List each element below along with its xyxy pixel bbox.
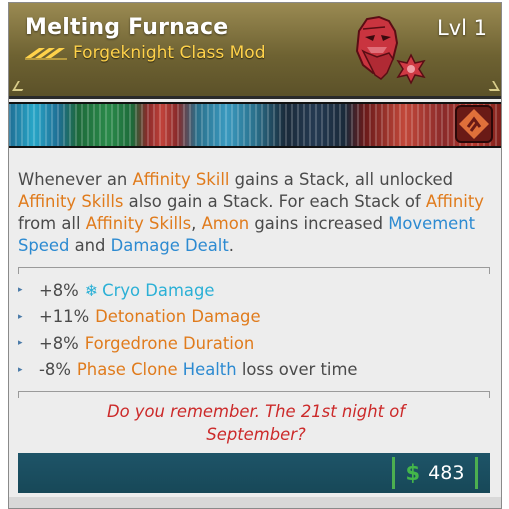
manufacturer-stripe-band: [9, 102, 501, 148]
price-amount: 483: [428, 462, 465, 484]
health-keyword: Health: [182, 360, 237, 380]
desc-text: gains a Stack, all unlocked: [229, 170, 453, 189]
bullet-icon: ▸: [18, 364, 23, 375]
stat-value: -8%: [39, 360, 71, 380]
stat-row-phase-clone: ▸ -8% Phase Clone Health loss over time: [18, 357, 488, 384]
flavor-line: Do you remember. The 21st night of: [106, 402, 406, 421]
price-footer: $ 483: [18, 453, 490, 493]
stat-value: +11%: [39, 307, 90, 327]
stat-row-forgedrone: ▸ +8% Forgedrone Duration: [18, 330, 488, 357]
affinity-keyword: Affinity: [425, 192, 484, 211]
stat-label: Cryo Damage: [102, 280, 215, 300]
item-level: Lvl 1: [437, 16, 487, 40]
stat-label: Phase Clone: [76, 360, 178, 380]
divider-bottom: [18, 391, 490, 398]
header-corner-right: [484, 81, 500, 91]
stat-label: Detonation Damage: [95, 307, 261, 327]
header-corner-left: [12, 81, 28, 91]
price-box: $ 483: [392, 457, 478, 489]
forgeknight-portrait-icon: [355, 15, 426, 85]
desc-text: .: [228, 236, 234, 255]
item-card: Melting Furnace Lvl 1 Forgeknight Class …: [8, 2, 502, 509]
item-type-row: Forgeknight Class Mod: [25, 43, 265, 63]
bullet-icon: ▸: [18, 285, 23, 296]
stat-row-cryo: ▸ +8% ❄ Cryo Damage: [18, 277, 488, 304]
card-bottom-edge: [9, 497, 501, 508]
desc-text: ,: [191, 214, 202, 233]
flavor-text: Do you remember. The 21st night of Septe…: [9, 400, 501, 446]
desc-text: also gain a Stack. For each Stack of: [123, 192, 426, 211]
bullet-icon: ▸: [18, 311, 23, 322]
snowflake-icon: ❄: [84, 280, 99, 300]
item-name: Melting Furnace: [25, 15, 229, 40]
item-type: Forgeknight Class Mod: [73, 43, 266, 63]
class-mod-badge-icon: [455, 105, 493, 143]
divider-top: [18, 267, 490, 274]
item-header: Melting Furnace Lvl 1 Forgeknight Class …: [9, 3, 501, 99]
item-description: Whenever an Affinity Skill gains a Stack…: [18, 169, 488, 257]
desc-text: and: [69, 236, 111, 255]
desc-text: gains increased: [249, 214, 389, 233]
affinity-skill-keyword: Affinity Skill: [132, 170, 230, 189]
affinity-skills-keyword: Affinity Skills: [18, 192, 124, 211]
flavor-line: September?: [206, 425, 306, 444]
stat-row-detonation: ▸ +11% Detonation Damage: [18, 304, 488, 331]
rarity-chevrons-icon: [25, 48, 67, 60]
stat-list: ▸ +8% ❄ Cryo Damage ▸ +11% Detonation Da…: [18, 277, 488, 383]
amon-keyword: Amon: [201, 214, 250, 233]
bullet-icon: ▸: [18, 338, 23, 349]
desc-text: Whenever an: [18, 170, 133, 189]
stat-label: Forgedrone Duration: [84, 333, 255, 353]
stat-value: +8%: [39, 280, 79, 300]
stat-value: +8%: [39, 333, 79, 353]
desc-text: from all: [18, 214, 86, 233]
affinity-skills-keyword: Affinity Skills: [85, 214, 192, 233]
dollar-icon: $: [405, 461, 421, 485]
damage-dealt-keyword: Damage Dealt: [110, 236, 229, 255]
stat-suffix: loss over time: [241, 360, 358, 380]
